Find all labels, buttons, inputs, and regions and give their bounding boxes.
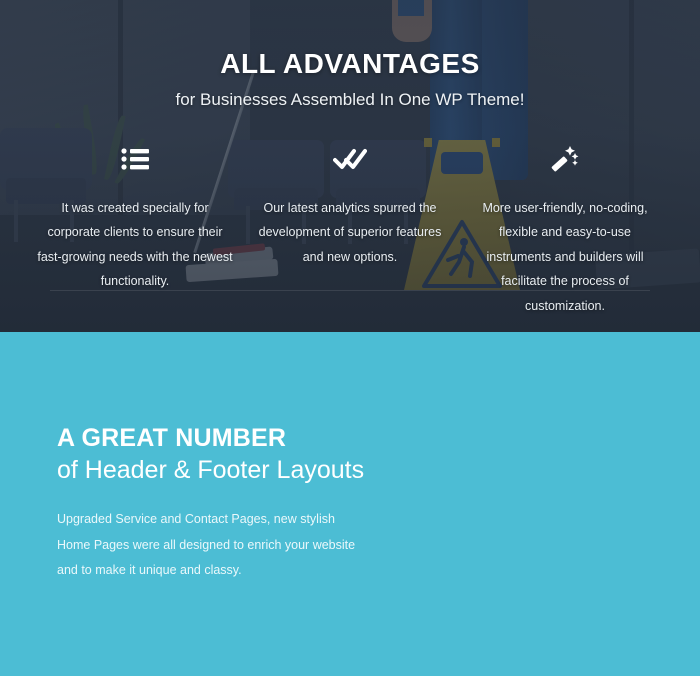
layouts-section: A GREAT NUMBER of Header & Footer Layout… [0, 332, 700, 676]
feature-text: More user-friendly, no-coding, flexible … [482, 201, 648, 313]
feature-item-2: Our latest analytics spurred the develop… [243, 138, 458, 269]
layouts-heading-line2: of Header & Footer Layouts [57, 455, 365, 484]
page-root: ALL ADVANTAGES for Businesses Assembled … [0, 0, 700, 676]
hero-section: ALL ADVANTAGES for Businesses Assembled … [0, 0, 700, 332]
feature-text: It was created specially for corporate c… [37, 201, 233, 289]
page-title: ALL ADVANTAGES [220, 48, 480, 79]
double-check-icon [251, 138, 450, 180]
list-icon [36, 138, 235, 180]
layouts-heading-line1: A GREAT NUMBER [57, 424, 287, 452]
page-subtitle: for Businesses Assembled In One WP Theme… [175, 90, 525, 109]
hero-divider [50, 290, 650, 291]
magic-wand-icon [466, 138, 665, 180]
feature-item-1: It was created specially for corporate c… [28, 138, 243, 294]
layouts-paragraph: Upgraded Service and Contact Pages, new … [57, 512, 356, 578]
layouts-copy: A GREAT NUMBER of Header & Footer Layout… [57, 424, 397, 584]
feature-text: Our latest analytics spurred the develop… [258, 201, 442, 264]
